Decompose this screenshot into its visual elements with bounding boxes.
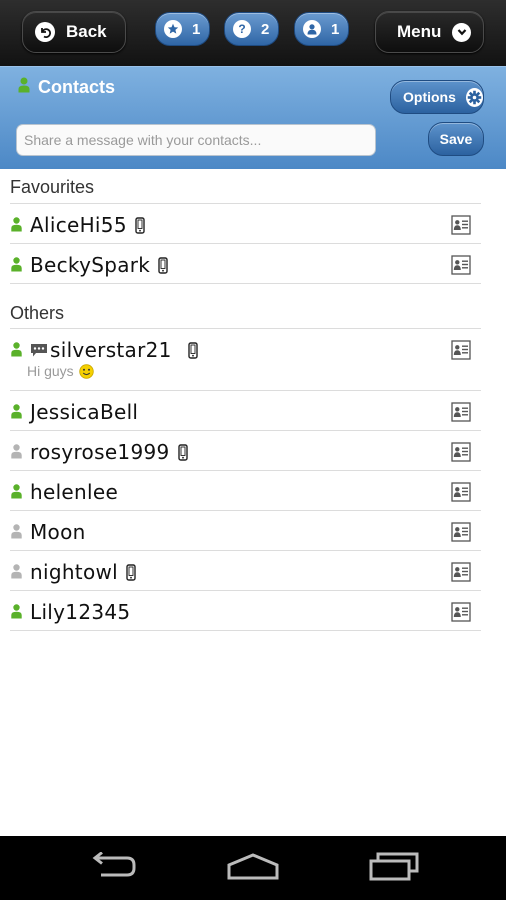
contact-card-icon[interactable] bbox=[451, 522, 471, 547]
mobile-phone-icon bbox=[158, 256, 168, 274]
share-message-input[interactable] bbox=[16, 124, 376, 156]
contact-name-label: silverstar21 bbox=[50, 338, 172, 362]
mobile-phone-icon bbox=[177, 443, 188, 461]
contact-row[interactable]: Lily12345 bbox=[10, 591, 481, 631]
others-section-title: Others bbox=[10, 303, 65, 323]
contact-name: AliceHi55 bbox=[30, 213, 145, 237]
star-icon bbox=[164, 20, 182, 38]
contacts-count: 1 bbox=[331, 20, 340, 38]
contact-card-icon[interactable] bbox=[451, 442, 471, 467]
contact-name: JessicaBell bbox=[30, 400, 138, 424]
contact-name-label: JessicaBell bbox=[30, 400, 139, 424]
contact-name-label: helenlee bbox=[30, 480, 119, 504]
contact-name: Moon bbox=[30, 520, 86, 544]
person-icon bbox=[11, 444, 22, 464]
contact-name: rosyrose1999 bbox=[30, 440, 188, 464]
contacts-count-button[interactable]: 1 bbox=[294, 12, 349, 46]
contact-row[interactable]: AliceHi55 bbox=[10, 204, 481, 244]
chevron-down-icon bbox=[452, 22, 472, 42]
mobile-phone-icon bbox=[135, 216, 145, 234]
contact-row[interactable]: JessicaBell bbox=[10, 391, 481, 431]
person-icon bbox=[11, 484, 22, 504]
contact-name: silverstar21 bbox=[30, 338, 198, 362]
menu-button-label: Menu bbox=[397, 22, 442, 41]
contact-card-icon[interactable] bbox=[451, 340, 471, 365]
contact-name-label: rosyrose1999 bbox=[30, 440, 170, 464]
gear-icon bbox=[465, 87, 483, 107]
options-button-label: Options bbox=[403, 89, 456, 105]
contact-name-label: AliceHi55 bbox=[30, 213, 127, 237]
status-text: Hi guys bbox=[27, 363, 74, 379]
contact-card-icon[interactable] bbox=[451, 402, 471, 427]
help-count: 2 bbox=[261, 20, 270, 38]
back-button[interactable]: Back bbox=[22, 11, 126, 53]
mobile-phone-icon bbox=[187, 341, 198, 359]
speech-bubble-icon bbox=[30, 343, 48, 358]
person-icon bbox=[11, 342, 22, 362]
contact-status-message: Hi guys bbox=[27, 363, 94, 379]
menu-button[interactable]: Menu bbox=[375, 11, 484, 53]
contact-row[interactable]: helenlee bbox=[10, 471, 481, 511]
contact-card-icon[interactable] bbox=[451, 482, 471, 507]
person-icon bbox=[11, 217, 22, 237]
contact-row[interactable]: Moon bbox=[10, 511, 481, 551]
system-navigation-bar bbox=[0, 836, 506, 900]
favourites-section-title: Favourites bbox=[10, 177, 95, 197]
favourites-count-button[interactable]: 1 bbox=[155, 12, 210, 46]
contact-name-label: nightowl bbox=[30, 560, 118, 584]
contact-card-icon[interactable] bbox=[451, 255, 471, 280]
contact-card-icon[interactable] bbox=[451, 562, 471, 587]
contact-row[interactable]: silverstar21 Hi guys bbox=[10, 329, 481, 391]
contact-card-icon[interactable] bbox=[451, 215, 471, 240]
person-icon bbox=[11, 404, 22, 424]
contact-row[interactable]: BeckySpark bbox=[10, 244, 481, 284]
contact-name: BeckySpark bbox=[30, 253, 168, 277]
person-icon bbox=[11, 604, 22, 624]
person-icon bbox=[11, 564, 22, 584]
contact-card-icon[interactable] bbox=[451, 602, 471, 627]
top-toolbar: Back 1 ? 2 1 Menu bbox=[0, 0, 506, 66]
options-button[interactable]: Options bbox=[390, 80, 484, 114]
nav-back-icon bbox=[87, 850, 137, 885]
contact-name: Lily12345 bbox=[30, 600, 130, 624]
person-icon bbox=[303, 20, 321, 38]
person-icon bbox=[11, 524, 22, 544]
person-icon bbox=[11, 257, 22, 277]
contacts-header: Contacts Options Save bbox=[0, 66, 506, 169]
question-icon: ? bbox=[233, 20, 251, 38]
contact-row[interactable]: nightowl bbox=[10, 551, 481, 591]
smiley-icon bbox=[78, 363, 94, 379]
contact-name: helenlee bbox=[30, 480, 118, 504]
contact-name-label: BeckySpark bbox=[30, 253, 151, 277]
nav-back-button[interactable] bbox=[82, 850, 142, 886]
help-count-button[interactable]: ? 2 bbox=[224, 12, 279, 46]
page-title-label: Contacts bbox=[38, 77, 116, 97]
nav-recents-button[interactable] bbox=[364, 850, 424, 886]
mobile-phone-icon bbox=[126, 563, 136, 581]
page-title: Contacts bbox=[18, 77, 115, 98]
contact-name: nightowl bbox=[30, 560, 136, 584]
person-icon bbox=[18, 77, 30, 98]
back-button-label: Back bbox=[66, 22, 107, 41]
nav-recents-icon bbox=[368, 851, 420, 886]
save-button[interactable]: Save bbox=[428, 122, 484, 156]
favourites-count: 1 bbox=[192, 20, 201, 38]
back-arrow-icon bbox=[35, 22, 55, 42]
nav-home-icon bbox=[226, 852, 280, 885]
contact-name-label: Moon bbox=[30, 520, 86, 544]
nav-home-button[interactable] bbox=[223, 850, 283, 886]
contact-name-label: Lily12345 bbox=[30, 600, 131, 624]
contact-row[interactable]: rosyrose1999 bbox=[10, 431, 481, 471]
